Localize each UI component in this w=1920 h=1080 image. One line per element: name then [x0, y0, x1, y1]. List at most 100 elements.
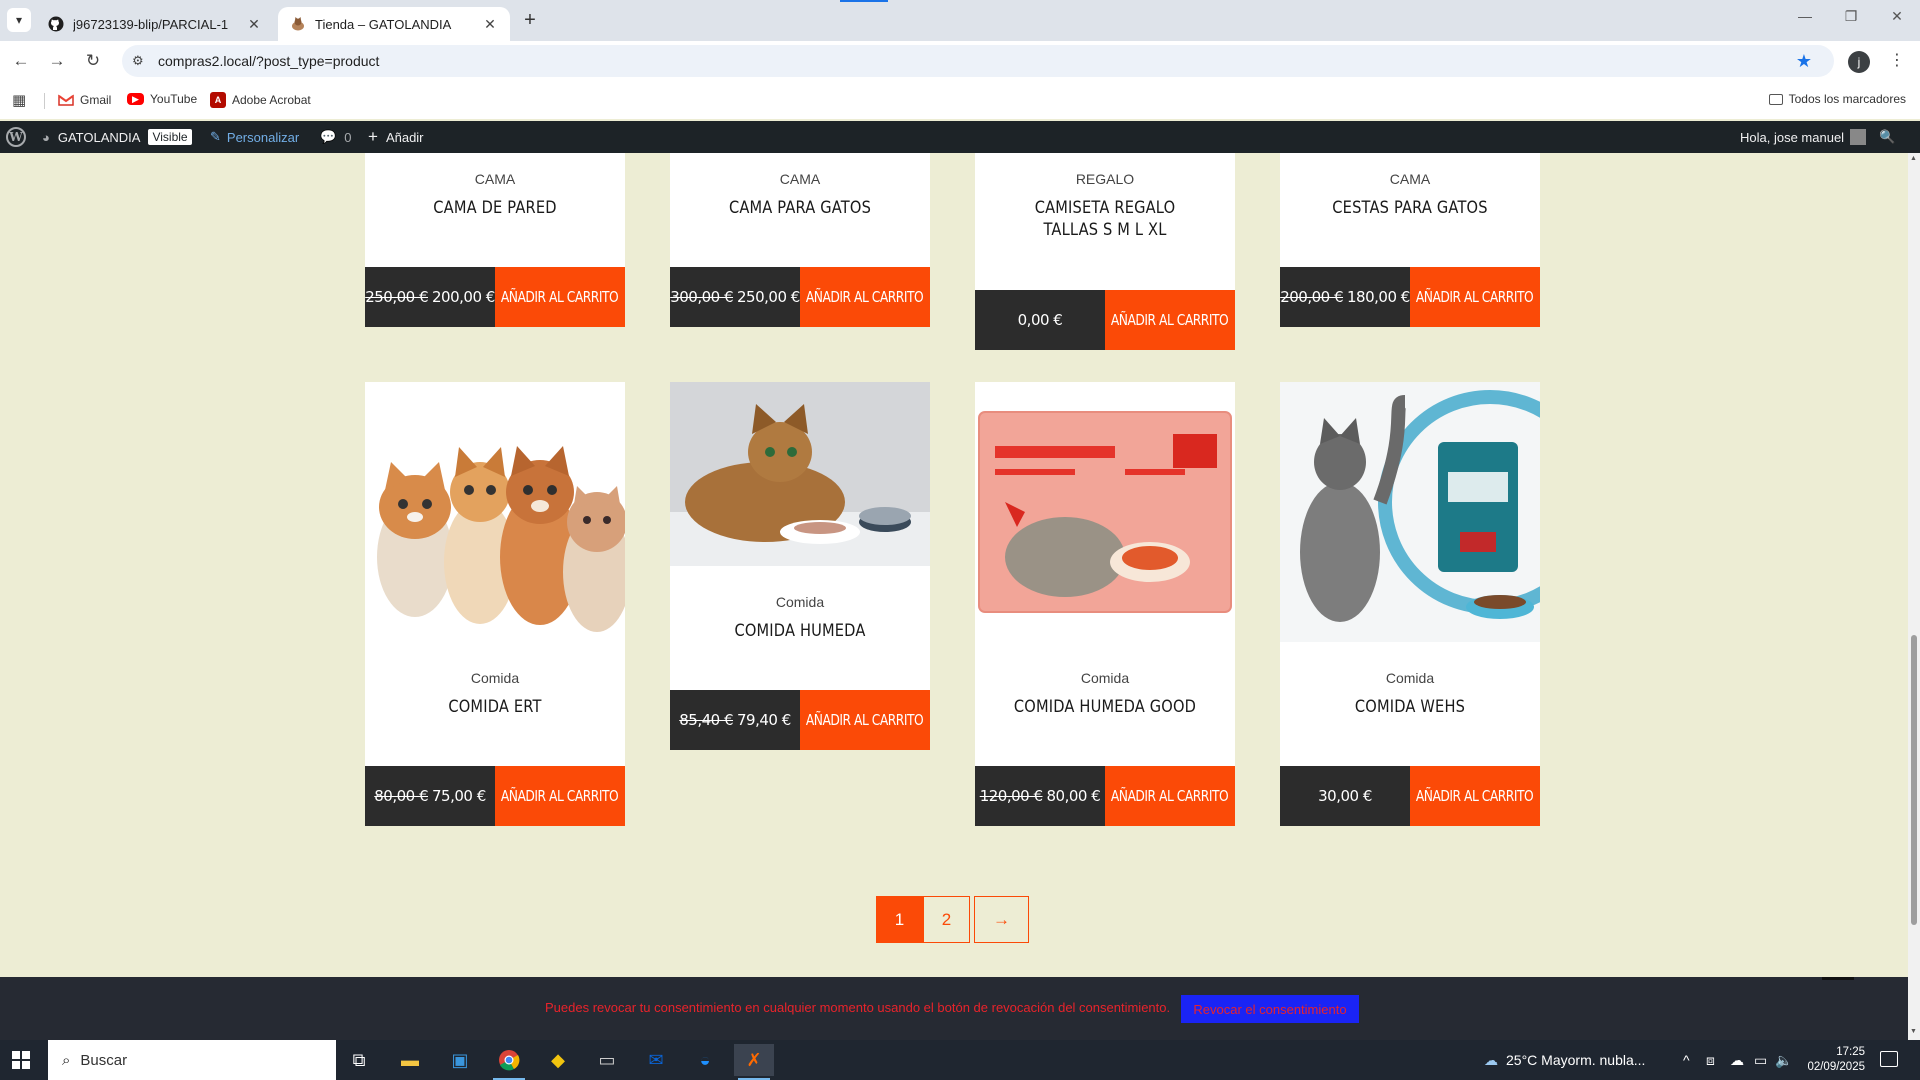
- wp-search-icon[interactable]: 🔍: [1879, 121, 1895, 153]
- add-to-cart-button[interactable]: AÑADIR AL CARRITO: [1410, 766, 1540, 826]
- bookmark-label: Gmail: [80, 93, 112, 107]
- bookmark-star-icon[interactable]: ★: [1796, 51, 1812, 72]
- minimize-button[interactable]: —: [1782, 8, 1828, 32]
- scroll-up-icon[interactable]: ▲: [1910, 155, 1917, 162]
- page-2-button[interactable]: 2: [923, 896, 970, 943]
- page-1-button[interactable]: 1: [876, 896, 923, 943]
- product-name[interactable]: COMIDA HUMEDA: [702, 620, 898, 642]
- product-price: 300,00 €250,00 €: [670, 267, 800, 327]
- wp-customize[interactable]: ✎ Personalizar: [210, 121, 299, 153]
- tab-title: j96723139-blip/PARCIAL-1: [73, 16, 229, 32]
- add-to-cart-button[interactable]: AÑADIR AL CARRITO: [495, 766, 625, 826]
- wp-comments[interactable]: 💬 0: [320, 121, 351, 153]
- taskbar-search[interactable]: ⌕ Buscar: [48, 1040, 336, 1080]
- meet-now-icon[interactable]: ⧈: [1706, 1040, 1715, 1080]
- product-name[interactable]: CAMISETA REGALO TALLAS S M L XL: [1007, 197, 1203, 241]
- new-tab-button[interactable]: +: [518, 9, 542, 33]
- apps-grid-icon[interactable]: ▦: [12, 91, 26, 109]
- consent-tab-handle[interactable]: [1822, 977, 1854, 980]
- product-category: CAMA: [1389, 171, 1431, 187]
- product-price: 30,00 €: [1280, 766, 1410, 826]
- product-image-cat-can[interactable]: [670, 382, 930, 566]
- xampp-icon[interactable]: ✗: [734, 1044, 774, 1080]
- product-buy-bar: 30,00 € AÑADIR AL CARRITO: [1280, 766, 1540, 826]
- url-text[interactable]: compras2.local/?post_type=product: [158, 53, 379, 69]
- product-price: 250,00 €200,00 €: [365, 267, 495, 327]
- store-icon[interactable]: ▣: [440, 1044, 480, 1076]
- reload-icon[interactable]: ↻: [81, 49, 105, 73]
- next-page-button[interactable]: →: [974, 896, 1029, 943]
- windows-start-icon[interactable]: [12, 1051, 30, 1069]
- all-bookmarks-button[interactable]: Todos los marcadores: [1768, 92, 1906, 106]
- product-card[interactable]: CAMA CAMA PARA GATOS 300,00 €250,00 € AÑ…: [670, 153, 930, 327]
- scroll-down-icon[interactable]: ▼: [1910, 1028, 1917, 1035]
- bookmark-youtube[interactable]: ▶ YouTube: [127, 92, 197, 106]
- add-to-cart-button[interactable]: AÑADIR AL CARRITO: [1410, 267, 1540, 327]
- product-image-kittens[interactable]: [365, 382, 625, 642]
- product-name[interactable]: COMIDA WEHS: [1312, 696, 1508, 718]
- sale-price: 200,00 €: [432, 288, 495, 306]
- add-to-cart-button[interactable]: AÑADIR AL CARRITO: [1105, 766, 1235, 826]
- product-name[interactable]: CAMA PARA GATOS: [702, 197, 898, 219]
- product-card[interactable]: CAMA CAMA DE PARED 250,00 €200,00 € AÑAD…: [365, 153, 625, 327]
- youtube-icon: ▶: [127, 93, 144, 105]
- volume-icon[interactable]: 🔈: [1775, 1040, 1792, 1080]
- restore-button[interactable]: ❐: [1828, 8, 1874, 32]
- product-name[interactable]: COMIDA HUMEDA GOOD: [1007, 696, 1203, 718]
- consent-message: Puedes revocar tu consentimiento en cual…: [545, 1000, 1171, 1015]
- tray-chevron-icon[interactable]: ^: [1683, 1040, 1690, 1080]
- network-icon[interactable]: ▭: [1754, 1040, 1767, 1080]
- product-card[interactable]: Comida COMIDA WEHS 30,00 € AÑADIR AL CAR…: [1280, 382, 1540, 826]
- tab-github[interactable]: j96723139-blip/PARCIAL-1 ✕: [36, 7, 274, 41]
- address-bar[interactable]: ⚙ compras2.local/?post_type=product ★: [122, 45, 1834, 77]
- product-card[interactable]: Comida COMIDA ERT 80,00 €75,00 € AÑADIR …: [365, 382, 625, 826]
- product-card[interactable]: Comida COMIDA HUMEDA GOOD 120,00 €80,00 …: [975, 382, 1235, 826]
- add-to-cart-button[interactable]: AÑADIR AL CARRITO: [495, 267, 625, 327]
- taskbar-clock[interactable]: 17:25 02/09/2025: [1795, 1045, 1865, 1075]
- close-window-button[interactable]: ✕: [1874, 8, 1920, 32]
- page-scrollbar[interactable]: ▲ ▼: [1908, 153, 1920, 1040]
- product-image-emince-pack[interactable]: [975, 382, 1235, 642]
- product-name[interactable]: COMIDA ERT: [397, 696, 593, 718]
- forward-icon[interactable]: →: [45, 49, 69, 73]
- file-explorer-icon[interactable]: ▬: [390, 1044, 430, 1076]
- weather-widget[interactable]: ☁ 25°C Mayorm. nubla...: [1484, 1040, 1645, 1080]
- old-price: 200,00 €: [1280, 288, 1343, 306]
- scroll-thumb[interactable]: [1911, 635, 1917, 925]
- product-card[interactable]: CAMA CESTAS PARA GATOS 200,00 €180,00 € …: [1280, 153, 1540, 327]
- bookmark-acrobat[interactable]: A Adobe Acrobat: [210, 92, 311, 108]
- product-card[interactable]: Comida COMIDA HUMEDA 85,40 €79,40 € AÑAD…: [670, 382, 930, 750]
- close-icon[interactable]: ✕: [482, 16, 498, 33]
- wp-account[interactable]: Hola, jose manuel: [1740, 121, 1867, 153]
- revoke-consent-button[interactable]: Revocar el consentimiento: [1181, 995, 1359, 1023]
- git-client-icon[interactable]: ◆: [538, 1044, 578, 1076]
- edge-icon[interactable]: ◒: [685, 1044, 725, 1076]
- product-name[interactable]: CESTAS PARA GATOS: [1312, 197, 1508, 219]
- onedrive-icon[interactable]: ☁: [1730, 1040, 1744, 1080]
- product-card[interactable]: REGALO CAMISETA REGALO TALLAS S M L XL 0…: [975, 153, 1235, 350]
- product-image-purina-one[interactable]: [1280, 382, 1540, 642]
- menu-dots-icon[interactable]: ⋮: [1889, 50, 1905, 70]
- add-to-cart-button[interactable]: AÑADIR AL CARRITO: [1105, 290, 1235, 350]
- wordpress-logo[interactable]: W: [6, 121, 26, 153]
- wp-new[interactable]: + Añadir: [368, 121, 424, 153]
- terminal-icon[interactable]: ▭: [587, 1044, 627, 1076]
- notification-icon[interactable]: [1880, 1051, 1898, 1067]
- add-to-cart-button[interactable]: AÑADIR AL CARRITO: [800, 690, 930, 750]
- tab-tienda[interactable]: Tienda – GATOLANDIA ✕: [278, 7, 510, 41]
- tab-search-button[interactable]: ▾: [7, 8, 31, 32]
- chrome-icon[interactable]: [489, 1044, 529, 1080]
- sale-price: 80,00 €: [1046, 787, 1101, 805]
- wp-site-name[interactable]: ◕ GATOLANDIA Visible: [42, 121, 192, 153]
- back-icon[interactable]: ←: [9, 49, 33, 73]
- profile-avatar[interactable]: j: [1848, 51, 1870, 73]
- task-view-icon[interactable]: ⧉: [339, 1044, 379, 1076]
- bookmark-label: YouTube: [150, 92, 198, 106]
- product-buy-bar: 120,00 €80,00 € AÑADIR AL CARRITO: [975, 766, 1235, 826]
- product-name[interactable]: CAMA DE PARED: [397, 197, 593, 219]
- add-to-cart-button[interactable]: AÑADIR AL CARRITO: [800, 267, 930, 327]
- bookmark-gmail[interactable]: Gmail: [58, 92, 111, 108]
- outlook-icon[interactable]: ✉: [636, 1044, 676, 1076]
- close-icon[interactable]: ✕: [246, 16, 262, 33]
- site-info-icon[interactable]: ⚙: [132, 53, 152, 69]
